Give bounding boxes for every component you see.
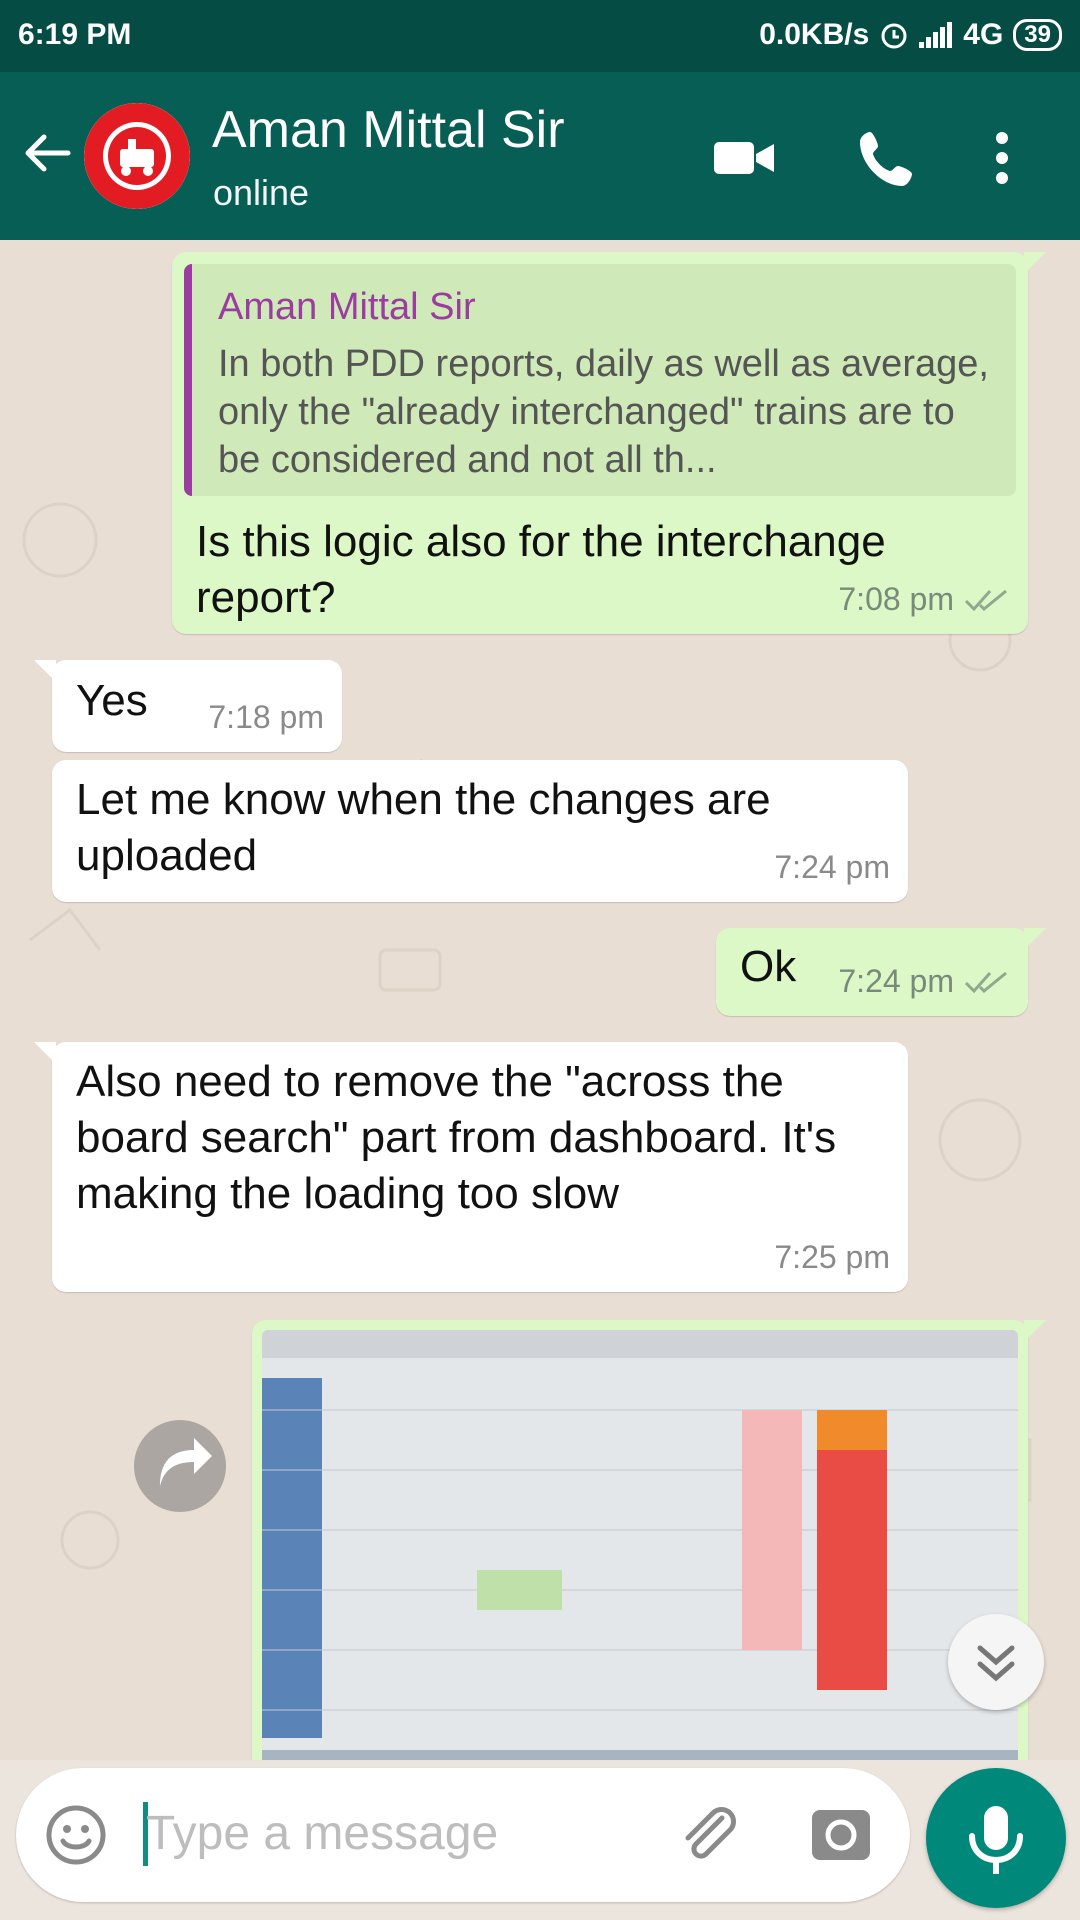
battery-indicator: 39 bbox=[1013, 19, 1062, 51]
message-bubble-outgoing[interactable]: Aman Mittal Sir In both PDD reports, dai… bbox=[172, 252, 1046, 634]
message-bubble-incoming[interactable]: Yes 7:18 pm bbox=[34, 660, 342, 752]
status-bar: 6:19 PM 0.0KB/s 4G 39 bbox=[0, 0, 1080, 72]
message-text: Let me know when the changes are uploade… bbox=[76, 775, 771, 880]
network-speed: 0.0KB/s bbox=[759, 18, 870, 51]
message-meta: 7:18 pm bbox=[208, 699, 324, 736]
message-composer[interactable]: Type a message bbox=[16, 1768, 910, 1902]
contact-avatar[interactable] bbox=[84, 103, 190, 209]
quote-bar bbox=[184, 264, 192, 496]
read-ticks-icon bbox=[964, 971, 1007, 993]
camera-icon[interactable] bbox=[810, 1804, 872, 1866]
message-text: Yes bbox=[76, 676, 148, 725]
phone-icon[interactable] bbox=[856, 126, 920, 190]
indian-railways-logo-icon bbox=[84, 103, 190, 209]
mic-icon bbox=[969, 1806, 1023, 1874]
message-bubble-incoming[interactable]: Also need to remove the "across the boar… bbox=[34, 1042, 908, 1292]
message-meta: 7:24 pm bbox=[838, 963, 1010, 1000]
message-time: 7:25 pm bbox=[774, 1239, 890, 1275]
forward-button[interactable] bbox=[134, 1420, 226, 1512]
quoted-message[interactable]: Aman Mittal Sir In both PDD reports, dai… bbox=[184, 264, 1016, 496]
message-text: Ok bbox=[740, 942, 797, 991]
message-time: 7:08 pm bbox=[838, 581, 954, 617]
scroll-down-icon bbox=[977, 1645, 1015, 1682]
alarm-icon bbox=[881, 23, 907, 49]
bubble-tail bbox=[34, 660, 56, 682]
attach-icon[interactable] bbox=[676, 1802, 742, 1868]
emoji-icon[interactable] bbox=[44, 1803, 108, 1867]
message-time: 7:18 pm bbox=[208, 699, 324, 735]
message-meta: 7:25 pm bbox=[774, 1239, 890, 1276]
bubble-tail bbox=[1024, 252, 1046, 274]
chat-area[interactable]: Aman Mittal Sir In both PDD reports, dai… bbox=[0, 240, 1080, 1760]
message-time: 7:24 pm bbox=[838, 963, 954, 999]
bubble-tail bbox=[1024, 1320, 1046, 1342]
more-vert-icon[interactable] bbox=[982, 126, 1022, 190]
contact-status: online bbox=[213, 172, 310, 213]
forward-icon bbox=[160, 1438, 212, 1486]
message-text: Also need to remove the "across the boar… bbox=[76, 1057, 837, 1218]
quote-text: In both PDD reports, daily as well as av… bbox=[218, 343, 989, 481]
status-right-group: 0.0KB/s 4G 39 bbox=[759, 18, 1062, 52]
message-meta: 7:24 pm bbox=[774, 849, 890, 886]
screenshot-photo bbox=[262, 1330, 1018, 1760]
back-arrow-icon[interactable] bbox=[20, 126, 74, 180]
scroll-down-button[interactable] bbox=[948, 1614, 1044, 1710]
quote-author: Aman Mittal Sir bbox=[218, 286, 476, 328]
message-bubble-outgoing[interactable]: Ok 7:24 pm bbox=[716, 928, 1046, 1016]
message-text: Is this logic also for the interchange r… bbox=[196, 517, 886, 622]
chat-header: Aman Mittal Sir online bbox=[0, 72, 1080, 240]
status-time: 6:19 PM bbox=[18, 18, 132, 51]
contact-name[interactable]: Aman Mittal Sir bbox=[212, 100, 565, 160]
message-bubble-outgoing-image[interactable] bbox=[252, 1320, 1046, 1760]
signal-icon bbox=[919, 22, 953, 48]
read-ticks-icon bbox=[964, 589, 1007, 611]
bubble-tail bbox=[34, 1042, 56, 1064]
message-bubble-incoming[interactable]: Let me know when the changes are uploade… bbox=[52, 760, 908, 902]
network-type: 4G bbox=[963, 18, 1004, 51]
voice-record-button[interactable] bbox=[926, 1768, 1066, 1908]
message-meta: 7:08 pm bbox=[838, 581, 1010, 618]
message-input[interactable]: Type a message bbox=[146, 1806, 498, 1861]
bubble-tail bbox=[1024, 928, 1046, 950]
message-time: 7:24 pm bbox=[774, 849, 890, 885]
video-call-icon[interactable] bbox=[712, 126, 776, 190]
image-attachment[interactable] bbox=[262, 1330, 1018, 1760]
